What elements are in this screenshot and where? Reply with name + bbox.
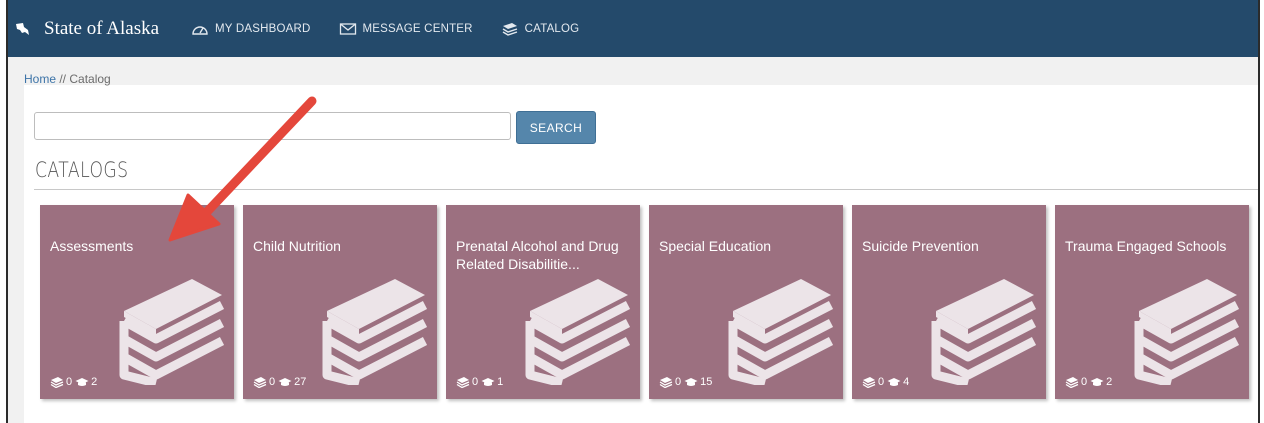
catalog-tile-stats: 01 [456, 376, 506, 388]
catalog-count: 0 [66, 376, 73, 388]
catalog-tile[interactable]: Prenatal Alcohol and Drug Related Disabi… [446, 205, 640, 399]
catalog-count: 0 [675, 376, 682, 388]
catalog-tile-title: Special Education [659, 238, 772, 254]
book-stack-icon [1134, 279, 1240, 385]
catalog-tile[interactable]: Suicide Prevention 0 4 [852, 205, 1046, 399]
course-count: 2 [1106, 376, 1113, 388]
catalog-tile-title: Suicide Prevention [862, 238, 979, 254]
brand-link[interactable]: State of Alaska [14, 18, 159, 40]
book-stack-icon [322, 279, 428, 385]
catalog-tile-stats: 0 15 [659, 376, 715, 388]
section-divider [34, 189, 1258, 190]
breadcrumb-current: Catalog [69, 72, 111, 86]
section-title: CATALOGS [35, 158, 129, 182]
breadcrumb-separator: // [56, 72, 70, 86]
books-count-icon [1065, 377, 1079, 388]
catalog-tile[interactable]: Special Education 0 15 [649, 205, 843, 399]
book-stack-icon [931, 279, 1037, 385]
envelope-icon [339, 22, 356, 35]
catalog-tile-stats: 0 27 [253, 376, 309, 388]
catalog-tile[interactable]: Child Nutrition 0 27 [243, 205, 437, 399]
books-count-icon [862, 377, 876, 388]
course-count: 4 [903, 376, 910, 388]
course-count: 2 [91, 376, 98, 388]
catalog-tile-title: Assessments [50, 238, 134, 254]
breadcrumb-home-link[interactable]: Home [24, 72, 56, 86]
books-count-icon [456, 377, 470, 388]
book-stack-icon [525, 279, 631, 385]
catalog-tile-stats: 04 [862, 376, 912, 388]
nav-message-center-label: MESSAGE CENTER [362, 22, 473, 35]
dashboard-icon [192, 25, 208, 35]
graduation-cap-icon [278, 378, 292, 386]
breadcrumb: Home // Catalog [24, 72, 111, 86]
books-count-icon [659, 377, 673, 388]
catalog-tile-title: Trauma Engaged Schools [1065, 238, 1227, 254]
nav-message-center[interactable]: MESSAGE CENTER [339, 22, 473, 36]
search-button[interactable]: SEARCH [516, 111, 596, 144]
course-count: 27 [294, 376, 307, 388]
course-count: 1 [497, 376, 504, 388]
top-navbar: State of Alaska MY DASHBOARD MESSAGE CEN… [8, 0, 1258, 57]
catalog-count: 0 [269, 376, 276, 388]
books-icon [502, 22, 517, 36]
catalog-tile-title: Prenatal Alcohol and Drug Related Disabi… [456, 238, 619, 272]
catalog-tile[interactable]: Assessments 0 2 [40, 205, 234, 399]
catalog-tile-stats: 02 [1065, 376, 1115, 388]
catalog-tile-title: Child Nutrition [253, 238, 341, 254]
graduation-cap-icon [481, 378, 495, 386]
book-stack-icon [119, 279, 225, 385]
graduation-cap-icon [684, 378, 698, 386]
nav-catalog[interactable]: CATALOG [501, 22, 580, 36]
graduation-cap-icon [1090, 378, 1104, 386]
nav-catalog-label: CATALOG [524, 22, 580, 35]
nav-my-dashboard[interactable]: MY DASHBOARD [191, 22, 310, 36]
catalog-count: 0 [472, 376, 479, 388]
catalog-count: 0 [1081, 376, 1088, 388]
nav-my-dashboard-label: MY DASHBOARD [215, 22, 311, 35]
course-count: 15 [700, 376, 713, 388]
alaska-logo-icon [16, 22, 29, 35]
search-input[interactable] [34, 112, 511, 140]
books-count-icon [253, 377, 267, 388]
graduation-cap-icon [887, 378, 901, 386]
catalog-tile[interactable]: Trauma Engaged Schools 0 2 [1055, 205, 1249, 399]
catalog-tile-stats: 02 [50, 376, 100, 388]
book-stack-icon [728, 279, 834, 385]
books-count-icon [50, 377, 64, 388]
brand-name: State of Alaska [44, 17, 160, 39]
catalog-count: 0 [878, 376, 885, 388]
graduation-cap-icon [75, 378, 89, 386]
